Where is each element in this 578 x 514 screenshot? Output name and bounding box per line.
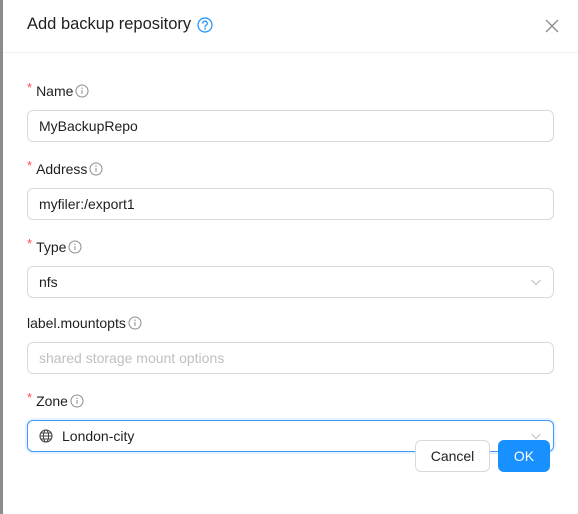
name-field: * Name MyBackupRepo (27, 80, 554, 142)
required-mark: * (27, 157, 33, 173)
chevron-down-icon (531, 279, 541, 286)
address-label: * Address (27, 158, 554, 180)
ok-button[interactable]: OK (498, 440, 550, 472)
name-label: * Name (27, 80, 554, 102)
info-circle-icon[interactable] (128, 316, 142, 330)
address-input[interactable]: myfiler:/export1 (27, 188, 554, 220)
dialog-title-text: Add backup repository (27, 15, 192, 33)
repository-form: * Name MyBackupRepo * Address myfiler:/e… (27, 80, 554, 468)
type-field: * Type nfs (27, 236, 554, 298)
required-mark: * (27, 79, 33, 95)
zone-label-text: Zone (36, 393, 68, 409)
close-button[interactable] (544, 18, 560, 34)
info-circle-icon[interactable] (89, 162, 103, 176)
name-input[interactable]: MyBackupRepo (27, 110, 554, 142)
type-label-text: Type (36, 239, 67, 255)
type-select[interactable]: nfs (27, 266, 554, 298)
add-backup-repository-dialog: Add backup repository * Name MyBackupRep… (3, 0, 578, 514)
close-icon (545, 19, 559, 33)
info-circle-icon[interactable] (68, 240, 82, 254)
dialog-title: Add backup repository (27, 15, 213, 34)
globe-icon (39, 429, 53, 443)
dialog-header: Add backup repository (3, 0, 578, 53)
info-circle-icon[interactable] (70, 394, 84, 408)
info-circle-icon[interactable] (75, 84, 89, 98)
zone-select-value: London-city (62, 428, 135, 444)
mountopts-label-text: label.mountopts (27, 315, 126, 331)
required-mark: * (27, 235, 33, 251)
mountopts-field: label.mountopts shared storage mount opt… (27, 312, 554, 374)
mountopts-label: label.mountopts (27, 312, 554, 334)
name-label-text: Name (36, 83, 74, 99)
dialog-footer: Cancel OK (415, 440, 550, 472)
mountopts-input[interactable]: shared storage mount options (27, 342, 554, 374)
address-field: * Address myfiler:/export1 (27, 158, 554, 220)
question-circle-icon[interactable] (197, 16, 213, 33)
cancel-button[interactable]: Cancel (415, 440, 490, 472)
required-mark: * (27, 389, 33, 405)
address-label-text: Address (36, 161, 88, 177)
zone-label: * Zone (27, 390, 554, 412)
type-select-value: nfs (39, 274, 58, 290)
type-label: * Type (27, 236, 554, 258)
